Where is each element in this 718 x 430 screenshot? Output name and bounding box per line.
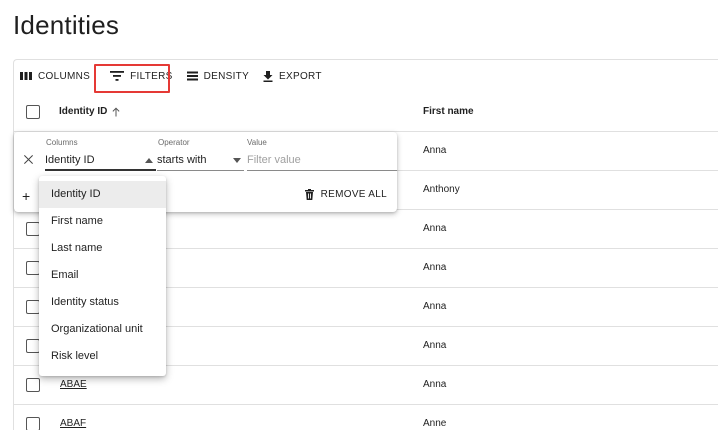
dropdown-option-last-name[interactable]: Last name	[39, 235, 166, 262]
density-button[interactable]: DENSITY	[186, 64, 255, 88]
export-label: EXPORT	[279, 70, 322, 82]
dropdown-option-identity-id[interactable]: Identity ID	[39, 181, 166, 208]
dropdown-option-email[interactable]: Email	[39, 262, 166, 289]
operator-select-value: starts with	[157, 154, 207, 166]
header-first-name[interactable]: First name	[423, 106, 474, 117]
filters-label: FILTERS	[130, 70, 173, 82]
column-select[interactable]: Identity ID	[45, 151, 156, 171]
select-all-checkbox[interactable]	[26, 105, 40, 119]
row-checkbox[interactable]	[26, 261, 40, 275]
cell-first-name: Anna	[423, 379, 447, 390]
table-header: Identity ID First name	[14, 92, 718, 132]
delete-filter-icon[interactable]	[24, 155, 33, 164]
header-identity-id-label: Identity ID	[59, 106, 108, 117]
cell-first-name: Anne	[423, 418, 447, 429]
columns-icon	[20, 72, 32, 80]
cell-identity-id[interactable]: ABAF	[60, 418, 86, 429]
header-identity-id[interactable]: Identity ID	[59, 106, 120, 117]
export-button[interactable]: EXPORT	[263, 64, 328, 88]
row-checkbox[interactable]	[26, 339, 40, 353]
columns-button[interactable]: COLUMNS	[20, 64, 96, 88]
operator-field-label: Operator	[158, 138, 190, 147]
cell-identity-id[interactable]: ABAE	[60, 379, 87, 390]
download-icon	[263, 70, 273, 82]
row-checkbox[interactable]	[26, 222, 40, 236]
filter-icon	[110, 71, 125, 81]
cell-first-name: Anna	[423, 223, 447, 234]
row-checkbox[interactable]	[26, 378, 40, 392]
row-checkbox[interactable]	[26, 417, 40, 430]
add-filter-icon[interactable]: +	[22, 188, 30, 204]
filters-button[interactable]: FILTERS	[104, 64, 178, 88]
cell-first-name: Anna	[423, 262, 447, 273]
columns-label: COLUMNS	[38, 70, 91, 82]
caret-down-icon	[233, 158, 241, 163]
column-dropdown-menu: Identity ID First name Last name Email I…	[39, 176, 166, 376]
dropdown-option-risk-level[interactable]: Risk level	[39, 343, 166, 370]
cell-first-name: Anna	[423, 340, 447, 351]
row-checkbox[interactable]	[26, 300, 40, 314]
column-select-value: Identity ID	[45, 154, 95, 166]
density-label: DENSITY	[203, 70, 250, 82]
cell-first-name: Anthony	[423, 184, 460, 195]
filter-value-input[interactable]: Filter value	[247, 151, 397, 171]
operator-select[interactable]: starts with	[157, 151, 244, 171]
grid-toolbar: COLUMNS FILTERS DENSITY EXPORT	[14, 60, 718, 92]
dropdown-option-organizational-unit[interactable]: Organizational unit	[39, 316, 166, 343]
columns-field-label: Columns	[46, 138, 78, 147]
value-field-label: Value	[247, 138, 267, 147]
dropdown-option-first-name[interactable]: First name	[39, 208, 166, 235]
density-icon	[186, 71, 198, 81]
remove-all-label: REMOVE ALL	[320, 189, 387, 200]
caret-up-icon	[145, 158, 153, 163]
cell-first-name: Anna	[423, 145, 447, 156]
sort-ascending-icon[interactable]	[112, 107, 120, 117]
table-row[interactable]: ABAF Anne	[14, 405, 718, 430]
remove-all-button[interactable]: REMOVE ALL	[304, 189, 387, 200]
cell-first-name: Anna	[423, 301, 447, 312]
filter-value-placeholder: Filter value	[247, 154, 301, 166]
trash-icon	[304, 189, 314, 200]
dropdown-option-identity-status[interactable]: Identity status	[39, 289, 166, 316]
page-title: Identities	[13, 10, 120, 40]
